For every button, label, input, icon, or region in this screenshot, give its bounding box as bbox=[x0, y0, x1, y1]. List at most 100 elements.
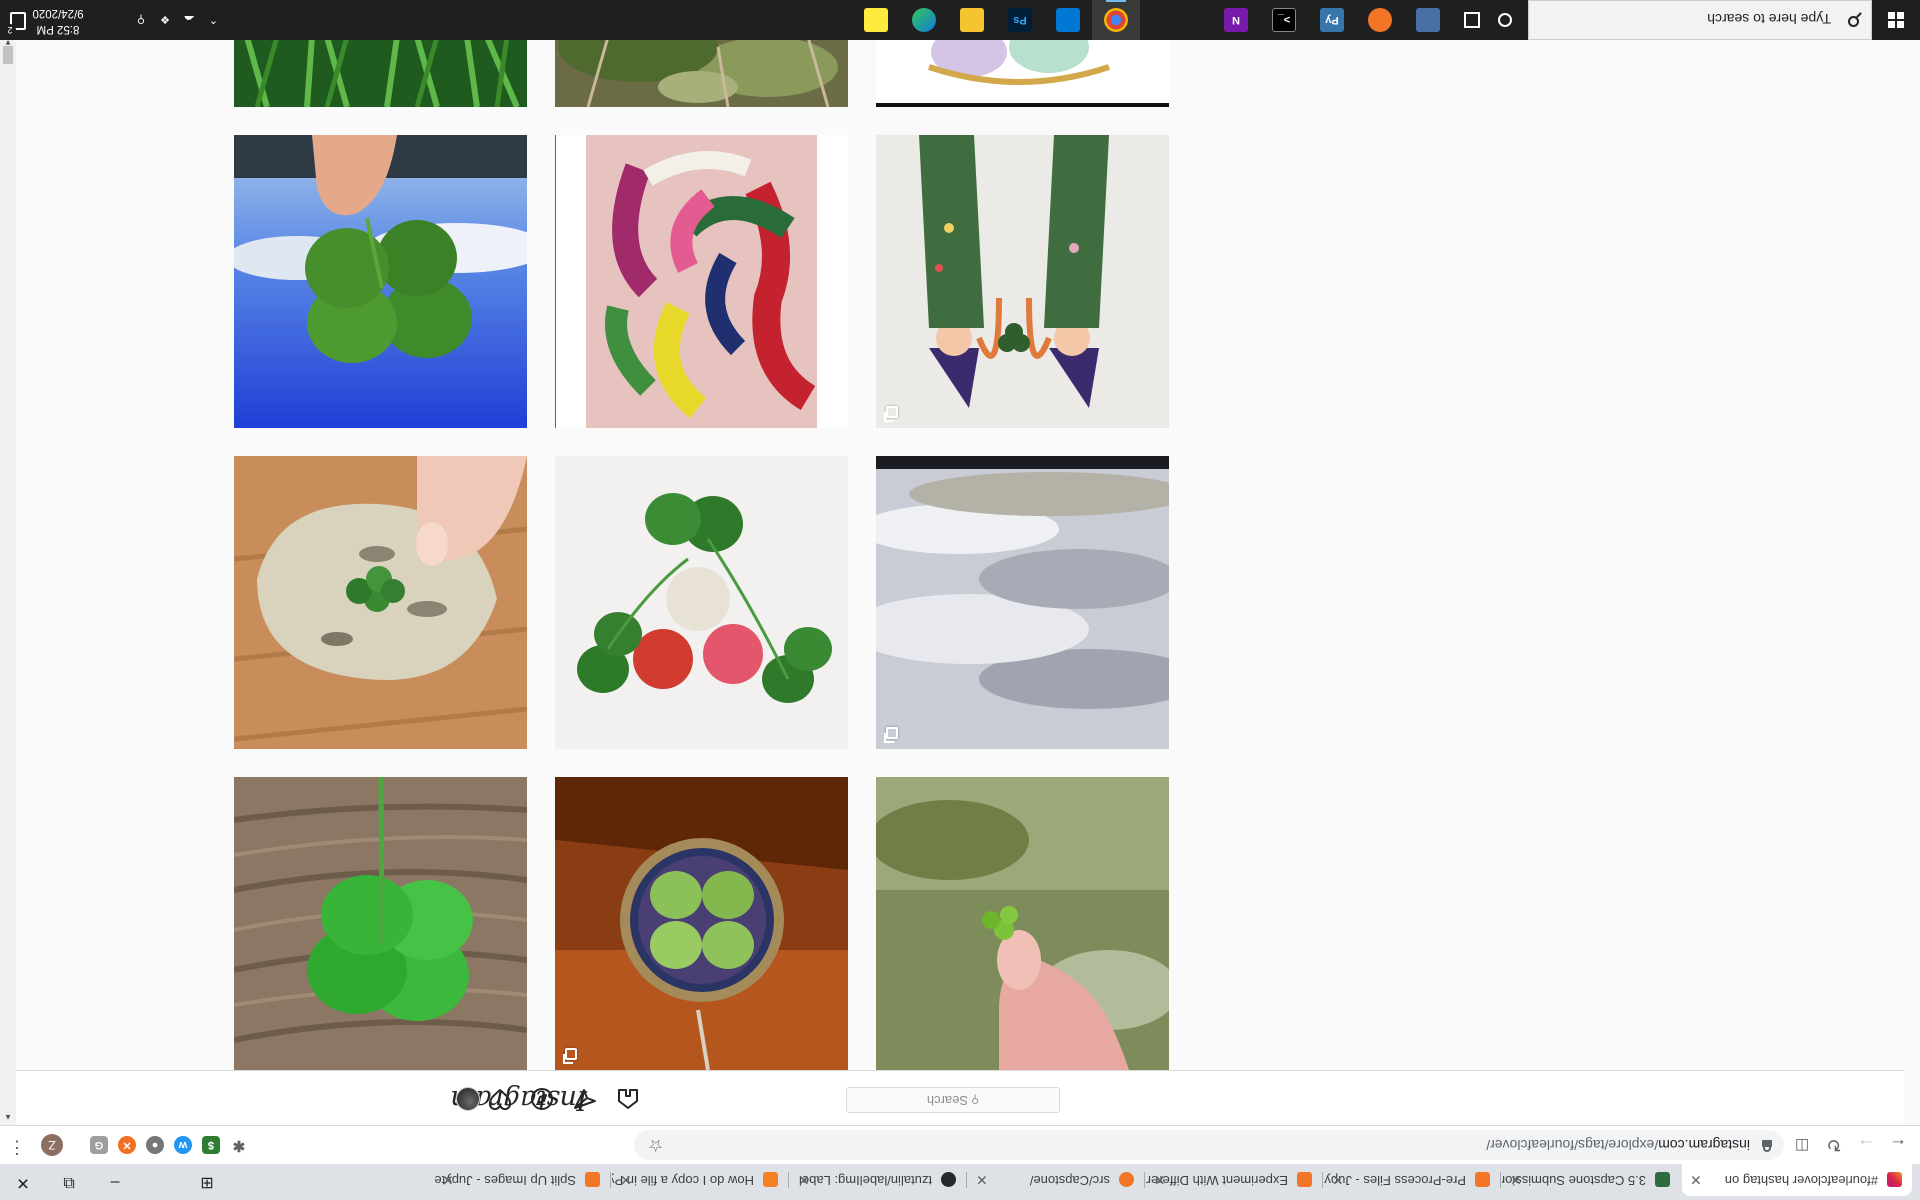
chrome-icon[interactable] bbox=[1104, 8, 1128, 32]
page-scrollbar[interactable]: ▲ ▼ bbox=[0, 34, 16, 1125]
reload-icon[interactable]: ↻ bbox=[1820, 1132, 1848, 1158]
multiple-photos-icon bbox=[886, 406, 898, 418]
instagram-header: Instagram ⚲ Search bbox=[16, 1070, 1904, 1125]
close-tab-icon[interactable]: ✕ bbox=[1332, 1164, 1344, 1196]
search-icon bbox=[1848, 16, 1859, 27]
direct-messages-icon[interactable] bbox=[573, 1087, 597, 1111]
close-tab-icon[interactable]: ✕ bbox=[1154, 1164, 1166, 1196]
close-tab-icon[interactable]: ✕ bbox=[798, 1164, 810, 1196]
close-tab-icon[interactable]: ✕ bbox=[1690, 1164, 1702, 1196]
onedrive-icon[interactable]: ☁ bbox=[184, 13, 195, 26]
post-image bbox=[555, 34, 848, 107]
site-favicon-icon bbox=[1655, 1172, 1670, 1187]
post-blue-sky-clover[interactable] bbox=[234, 135, 527, 428]
jupyter-favicon-icon bbox=[1475, 1172, 1490, 1187]
stackoverflow-favicon-icon bbox=[763, 1172, 778, 1187]
calculator-icon[interactable] bbox=[1416, 8, 1440, 32]
post-image bbox=[555, 777, 848, 1070]
dropbox-icon[interactable]: ❖ bbox=[160, 13, 170, 26]
profile-avatar[interactable]: Z bbox=[41, 1134, 63, 1156]
url-text[interactable]: instagram.com/explore/tags/fourleafclove… bbox=[1486, 1130, 1750, 1160]
windows-logo-part bbox=[1897, 12, 1904, 19]
onenote-icon[interactable]: N bbox=[1224, 8, 1248, 32]
post-image bbox=[234, 135, 527, 428]
search-input[interactable]: ⚲ Search bbox=[846, 1087, 1060, 1113]
show-hidden-icons-icon[interactable]: ⌃ bbox=[209, 13, 218, 26]
ext-circle-icon[interactable]: ● bbox=[146, 1136, 164, 1154]
close-tab-icon[interactable]: ✕ bbox=[1510, 1164, 1522, 1196]
ext-orange-icon[interactable]: ✕ bbox=[118, 1136, 136, 1154]
post-forest-floor[interactable] bbox=[555, 34, 848, 107]
tab-experiment[interactable]: Experiment With Different ✕ bbox=[1146, 1164, 1322, 1196]
tab-title: Experiment With Different bbox=[1146, 1173, 1288, 1188]
chrome-menu-icon[interactable]: ⋮ bbox=[8, 1137, 26, 1158]
post-image bbox=[234, 456, 527, 749]
post-clover-on-wood[interactable] bbox=[234, 777, 527, 1070]
tab-instagram[interactable]: #fourleafclover hashtag on ✕ bbox=[1682, 1164, 1912, 1196]
tab-search-icon[interactable]: ⊞ bbox=[184, 1164, 230, 1200]
address-bar[interactable]: instagram.com/explore/tags/fourleafclove… bbox=[634, 1130, 1784, 1160]
taskbar-search-placeholder: Type here to search bbox=[1707, 11, 1831, 27]
close-window-icon[interactable]: ✕ bbox=[0, 1164, 46, 1200]
minimize-icon[interactable]: – bbox=[92, 1164, 138, 1200]
post-clover-buttons[interactable] bbox=[555, 456, 848, 749]
explore-grid bbox=[16, 34, 1904, 1070]
post-image bbox=[234, 34, 527, 107]
bookmark-star-icon[interactable]: ☆ bbox=[648, 1130, 663, 1160]
close-tab-icon[interactable]: ✕ bbox=[620, 1164, 632, 1196]
sticky-notes-icon[interactable] bbox=[864, 8, 888, 32]
tab-split-images[interactable]: Split Up Images - Jupyter N ✕ bbox=[434, 1164, 610, 1196]
ext-blue-icon[interactable]: w bbox=[174, 1136, 192, 1154]
tab-title: tzutalin/labelImg: Label bbox=[799, 1173, 932, 1188]
restore-icon[interactable]: ⧉ bbox=[46, 1164, 92, 1200]
taskbar-clock[interactable]: 8:52 PM 9/24/2020 bbox=[26, 5, 90, 37]
post-abstract-painting[interactable] bbox=[555, 135, 848, 428]
photoshop-icon[interactable]: Ps bbox=[1008, 8, 1032, 32]
home-icon[interactable] bbox=[616, 1087, 640, 1111]
photos-icon[interactable] bbox=[1056, 8, 1080, 32]
cortana-icon[interactable] bbox=[1498, 13, 1512, 27]
tab-separator bbox=[1322, 1172, 1323, 1188]
forward-icon[interactable]: → bbox=[1852, 1132, 1880, 1158]
bookmark-manager-icon[interactable]: ◫ bbox=[1788, 1132, 1816, 1158]
post-snow-field[interactable] bbox=[876, 456, 1169, 749]
tab-copy-file[interactable]: How do I copy a file in Pyth ✕ bbox=[612, 1164, 788, 1196]
close-tab-icon[interactable]: ✕ bbox=[442, 1164, 454, 1196]
taskbar-search-box[interactable]: Type here to search bbox=[1528, 0, 1872, 40]
jupyter-icon[interactable] bbox=[1368, 8, 1392, 32]
post-clover-in-hand[interactable] bbox=[876, 777, 1169, 1070]
close-tab-icon[interactable]: ✕ bbox=[976, 1164, 988, 1196]
tab-title: How do I copy a file in Pyth bbox=[612, 1173, 754, 1188]
grammarly-icon[interactable]: G bbox=[90, 1136, 108, 1154]
extensions-puzzle-icon[interactable]: ✱ bbox=[230, 1136, 248, 1154]
explore-compass-icon[interactable] bbox=[530, 1087, 554, 1111]
tab-src-capstone[interactable]: src/Capstone/ ✕ bbox=[968, 1164, 1144, 1196]
start-button[interactable] bbox=[1872, 0, 1920, 40]
task-view-icon[interactable] bbox=[1464, 12, 1480, 28]
back-icon[interactable]: ← bbox=[1884, 1132, 1912, 1158]
jupyter-favicon-icon bbox=[1297, 1172, 1312, 1187]
scroll-up-icon[interactable]: ▲ bbox=[0, 1109, 16, 1125]
post-grass[interactable] bbox=[234, 34, 527, 107]
tab-capstone-submission[interactable]: 3.5 Capstone Submission - I ✕ bbox=[1502, 1164, 1680, 1196]
post-jewelry[interactable] bbox=[876, 34, 1169, 107]
post-clover-on-rock[interactable] bbox=[234, 456, 527, 749]
terminal-icon[interactable]: >_ bbox=[1272, 8, 1296, 32]
notifications-icon[interactable] bbox=[10, 12, 26, 30]
python-icon[interactable]: Py bbox=[1320, 8, 1344, 32]
tab-pre-process[interactable]: Pre-Process Files - Jupyter ✕ bbox=[1324, 1164, 1500, 1196]
post-illustration-girls[interactable] bbox=[876, 135, 1169, 428]
file-explorer-icon[interactable] bbox=[960, 8, 984, 32]
windows-logo-part bbox=[1888, 12, 1895, 19]
windows-logo-icon bbox=[1897, 21, 1904, 28]
edge-icon[interactable] bbox=[912, 8, 936, 32]
tab-separator bbox=[1500, 1172, 1501, 1188]
tab-title: #fourleafclover hashtag on bbox=[1724, 1173, 1878, 1188]
network-icon[interactable]: ⚲ bbox=[137, 13, 145, 26]
profile-avatar-icon[interactable] bbox=[456, 1087, 480, 1111]
post-clover-pendant[interactable] bbox=[555, 777, 848, 1070]
activity-heart-icon[interactable] bbox=[488, 1087, 512, 1111]
ext-green-icon[interactable]: $ bbox=[202, 1136, 220, 1154]
post-image bbox=[555, 135, 848, 428]
tab-labelimg[interactable]: tzutalin/labelImg: Label ✕ bbox=[790, 1164, 966, 1196]
